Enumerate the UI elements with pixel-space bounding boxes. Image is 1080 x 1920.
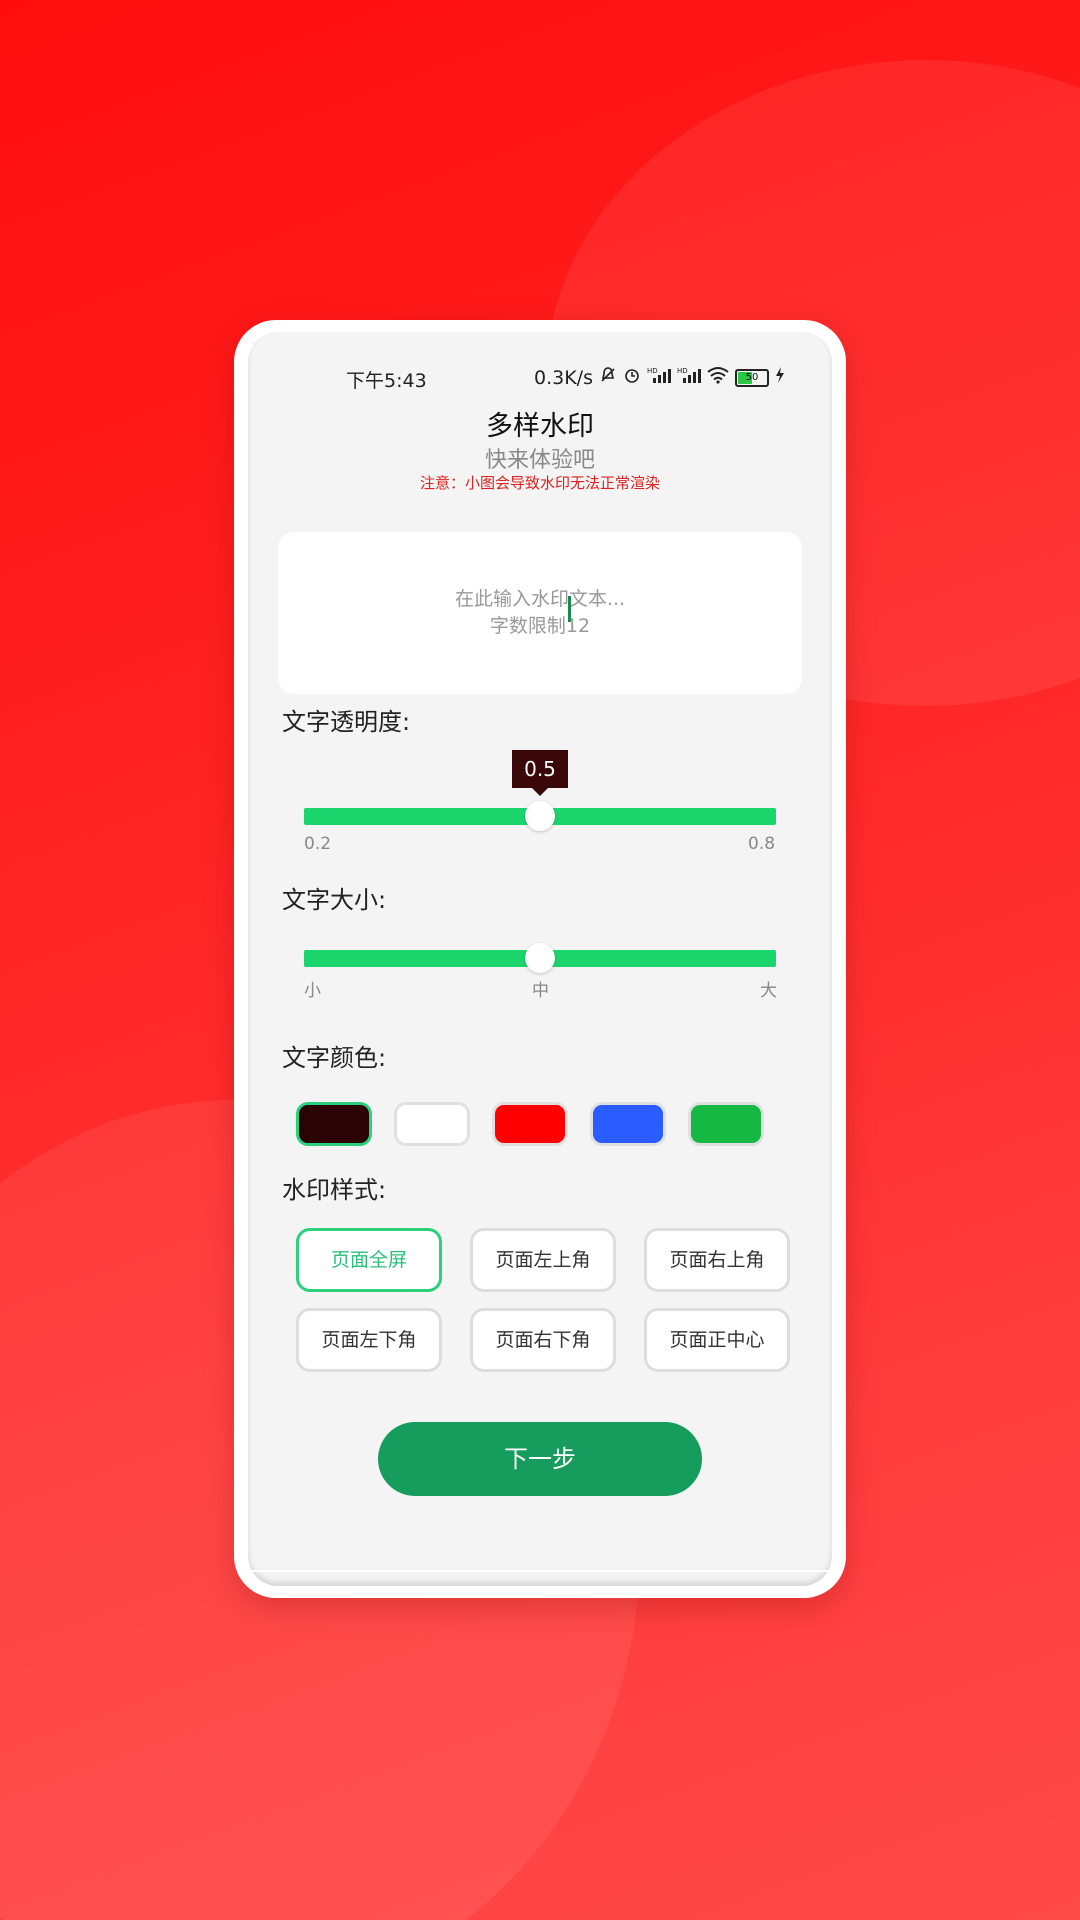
app-screen: 下午5:43 0.3K/s HD HD 50 多样水印 快来体验吧 注意：小图会… <box>248 332 832 1586</box>
input-placeholder: 在此输入水印文本... 字数限制12 <box>454 588 626 637</box>
svg-text:HD: HD <box>677 367 688 375</box>
bell-muted-icon <box>599 366 617 389</box>
battery-icon: 50 <box>734 368 769 387</box>
size-tick-medium: 中 <box>532 981 549 1001</box>
color-swatch-green[interactable] <box>688 1102 764 1146</box>
size-slider-thumb[interactable] <box>525 943 555 973</box>
status-icons: 0.3K/s HD HD 50 <box>534 366 785 389</box>
app-showcase-background: 下午5:43 0.3K/s HD HD 50 多样水印 快来体验吧 注意：小图会… <box>0 0 1080 1920</box>
wifi-icon <box>707 366 729 389</box>
phone-frame: 下午5:43 0.3K/s HD HD 50 多样水印 快来体验吧 注意：小图会… <box>234 320 846 1598</box>
color-swatch-blue[interactable] <box>590 1102 666 1146</box>
size-tick-large: 大 <box>760 981 777 1001</box>
bottom-divider <box>248 1570 832 1572</box>
status-time: 下午5:43 <box>346 370 427 392</box>
watermark-text-input[interactable]: 在此输入水印文本... 字数限制12 <box>278 532 802 694</box>
alarm-icon <box>623 366 641 389</box>
opacity-value-tooltip: 0.5 <box>512 750 568 796</box>
style-option-fullscreen[interactable]: 页面全屏 <box>296 1228 442 1292</box>
style-option-top-right[interactable]: 页面右上角 <box>644 1228 790 1292</box>
page-subtitle: 快来体验吧 <box>484 448 595 473</box>
style-option-top-left[interactable]: 页面左上角 <box>470 1228 616 1292</box>
status-bar: 下午5:43 0.3K/s HD HD 50 <box>248 366 832 392</box>
signal-hd-icon: HD <box>677 366 701 389</box>
warning-notice: 注意：小图会导致水印无法正常渲染 <box>419 474 660 492</box>
network-speed: 0.3K/s <box>534 366 593 389</box>
style-option-bottom-right[interactable]: 页面右下角 <box>470 1308 616 1372</box>
opacity-slider-thumb[interactable] <box>525 801 555 831</box>
next-step-button[interactable]: 下一步 <box>378 1422 702 1496</box>
text-cursor <box>568 596 571 622</box>
page-title: 多样水印 <box>486 411 594 442</box>
color-swatch-white[interactable] <box>394 1102 470 1146</box>
svg-text:HD: HD <box>647 367 658 375</box>
charging-icon <box>775 367 785 388</box>
opacity-label: 文字透明度: <box>282 708 411 736</box>
color-swatch-red[interactable] <box>492 1102 568 1146</box>
color-label: 文字颜色: <box>282 1044 387 1072</box>
style-label: 水印样式: <box>282 1176 387 1204</box>
style-option-bottom-left[interactable]: 页面左下角 <box>296 1308 442 1372</box>
style-option-center[interactable]: 页面正中心 <box>644 1308 790 1372</box>
color-swatch-black[interactable] <box>296 1102 372 1146</box>
size-tick-small: 小 <box>304 981 321 1001</box>
size-label: 文字大小: <box>282 886 387 914</box>
signal-hd-icon: HD <box>647 366 671 389</box>
opacity-min-label: 0.2 <box>304 834 332 854</box>
opacity-max-label: 0.8 <box>748 834 776 854</box>
